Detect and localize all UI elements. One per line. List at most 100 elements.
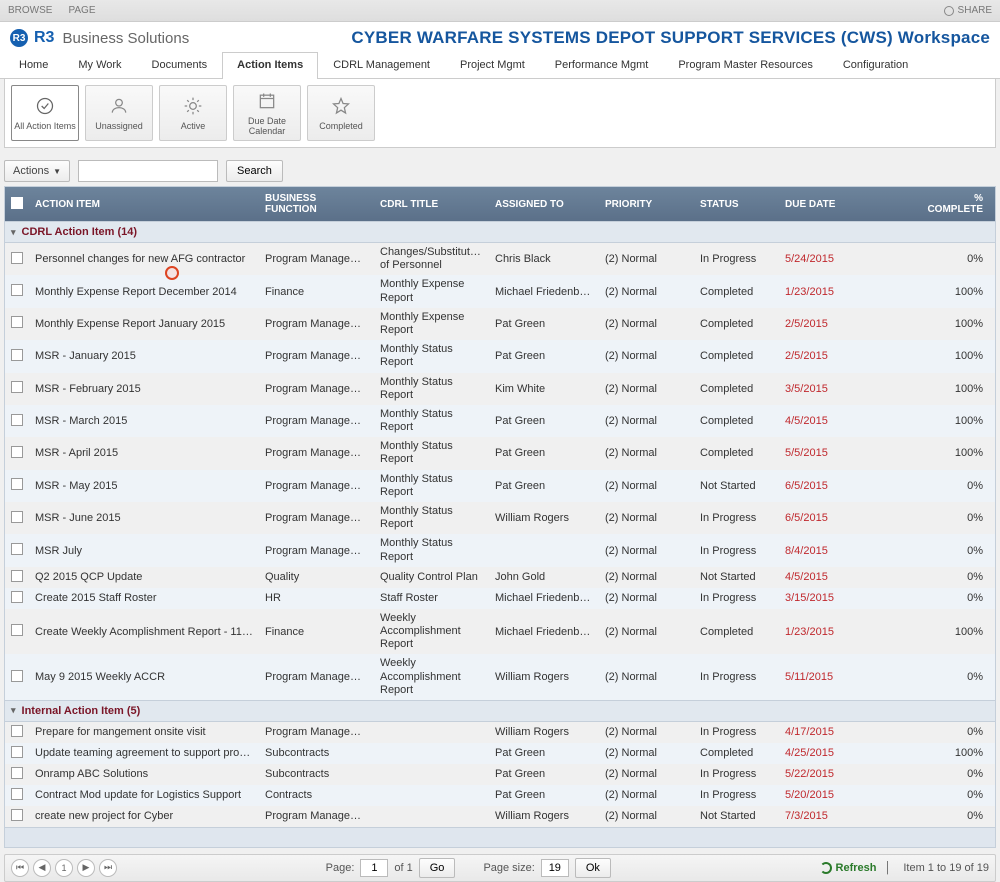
actions-dropdown[interactable]: Actions ▼ — [4, 160, 70, 182]
cell-assigned-to: William Rogers — [489, 723, 599, 741]
tab-documents[interactable]: Documents — [137, 52, 223, 79]
table-row[interactable]: Create Weekly Acomplishment Report - 11.… — [5, 609, 995, 655]
col-status[interactable]: STATUS — [694, 193, 779, 216]
col-priority[interactable]: PRIORITY — [599, 193, 694, 216]
ribbon-completed[interactable]: Completed — [307, 85, 375, 141]
page-input[interactable] — [360, 859, 388, 877]
cell-business-function: Contracts — [259, 786, 374, 804]
ok-button[interactable]: Ok — [575, 858, 611, 878]
table-row[interactable]: Monthly Expense Report January 2015Progr… — [5, 308, 995, 340]
cell-priority: (2) Normal — [599, 786, 694, 804]
row-checkbox[interactable] — [11, 414, 23, 426]
col-business-function[interactable]: BUSINESS FUNCTION — [259, 187, 374, 221]
ribbon-active[interactable]: Active — [159, 85, 227, 141]
ribbon-due-date-calendar[interactable]: Due Date Calendar — [233, 85, 301, 141]
row-checkbox[interactable] — [11, 809, 23, 821]
row-checkbox[interactable] — [11, 746, 23, 758]
cell-pct-complete: 100% — [914, 744, 989, 762]
refresh-button[interactable]: Refresh │ — [820, 862, 892, 874]
table-row[interactable]: Prepare for mangement onsite visitProgra… — [5, 722, 995, 743]
tab-configuration[interactable]: Configuration — [828, 52, 923, 79]
cell-action-item: MSR - June 2015 — [29, 509, 259, 527]
table-row[interactable]: Onramp ABC SolutionsSubcontractsPat Gree… — [5, 764, 995, 785]
table-row[interactable]: MSR - March 2015Program ManagementMonthl… — [5, 405, 995, 437]
cell-business-function: HR — [259, 589, 374, 607]
table-row[interactable]: Contract Mod update for Logistics Suppor… — [5, 785, 995, 806]
cell-cdrl-title: Quality Control Plan — [374, 568, 489, 587]
share-link[interactable]: SHARE — [958, 5, 992, 16]
row-checkbox[interactable] — [11, 478, 23, 490]
go-button[interactable]: Go — [419, 858, 456, 878]
grid-toolbar: Actions ▼ Search — [4, 160, 996, 182]
page-tab[interactable]: PAGE — [68, 5, 95, 16]
page-size-label: Page size: — [483, 862, 534, 874]
cell-business-function: Program Management — [259, 542, 374, 560]
table-row[interactable]: MSR - February 2015Program ManagementMon… — [5, 373, 995, 405]
ribbon-all-action-items[interactable]: All Action Items — [11, 85, 79, 141]
row-checkbox[interactable] — [11, 670, 23, 682]
cell-assigned-to: William Rogers — [489, 509, 599, 527]
ribbon-unassigned[interactable]: Unassigned — [85, 85, 153, 141]
pager-prev[interactable]: ◀ — [33, 859, 51, 877]
row-checkbox[interactable] — [11, 570, 23, 582]
row-checkbox[interactable] — [11, 252, 23, 264]
tab-performance-mgmt[interactable]: Performance Mgmt — [540, 52, 664, 79]
table-row[interactable]: MSR - April 2015Program ManagementMonthl… — [5, 437, 995, 469]
logo-text: R3 — [34, 29, 54, 47]
table-row[interactable]: MSR - May 2015Program ManagementMonthly … — [5, 470, 995, 502]
col-assigned-to[interactable]: ASSIGNED TO — [489, 193, 599, 216]
col-action-item[interactable]: ACTION ITEM — [29, 193, 259, 216]
tab-project-mgmt[interactable]: Project Mgmt — [445, 52, 540, 79]
col-cdrl-title[interactable]: CDRL TITLE — [374, 193, 489, 216]
row-checkbox[interactable] — [11, 767, 23, 779]
chevron-down-icon: ▼ — [53, 167, 61, 176]
row-checkbox[interactable] — [11, 446, 23, 458]
table-row[interactable]: Personnel changes for new AFG contractor… — [5, 243, 995, 275]
cell-action-item: MSR July — [29, 542, 259, 560]
tab-my-work[interactable]: My Work — [63, 52, 136, 79]
tab-action-items[interactable]: Action Items — [222, 52, 318, 79]
table-row[interactable]: Q2 2015 QCP UpdateQualityQuality Control… — [5, 567, 995, 588]
cell-due-date: 5/24/2015 — [779, 250, 914, 268]
group-cdrl-action-item[interactable]: ▾ CDRL Action Item (14) — [5, 221, 995, 243]
row-checkbox[interactable] — [11, 543, 23, 555]
search-button[interactable]: Search — [226, 160, 283, 182]
table-row[interactable]: MSR JulyProgram ManagementMonthly Status… — [5, 534, 995, 566]
tab-home[interactable]: Home — [4, 52, 63, 79]
group-internal-action-item[interactable]: ▾ Internal Action Item (5) — [5, 700, 995, 722]
row-checkbox[interactable] — [11, 624, 23, 636]
row-checkbox[interactable] — [11, 591, 23, 603]
row-checkbox[interactable] — [11, 349, 23, 361]
row-checkbox[interactable] — [11, 725, 23, 737]
star-icon — [330, 95, 352, 117]
col-due-date[interactable]: DUE DATE — [779, 193, 914, 216]
browse-tab[interactable]: BROWSE — [8, 5, 52, 16]
table-row[interactable]: Monthly Expense Report December 2014Fina… — [5, 275, 995, 307]
tab-cdrl-management[interactable]: CDRL Management — [318, 52, 445, 79]
search-input[interactable] — [78, 160, 218, 182]
select-all-checkbox[interactable] — [11, 197, 23, 209]
table-row[interactable]: create new project for CyberProgram Mana… — [5, 806, 995, 827]
tab-master-resources[interactable]: Program Master Resources — [663, 52, 828, 79]
page-size-input[interactable] — [541, 859, 569, 877]
cell-cdrl-title: Weekly Accomplishment Report — [374, 609, 489, 655]
table-row[interactable]: MSR - January 2015Program ManagementMont… — [5, 340, 995, 372]
col-pct-complete[interactable]: % COMPLETE — [914, 187, 989, 221]
table-row[interactable]: MSR - June 2015Program ManagementMonthly… — [5, 502, 995, 534]
pager-last[interactable]: ⏭ — [99, 859, 117, 877]
row-checkbox[interactable] — [11, 788, 23, 800]
pager-first[interactable]: ⏮ — [11, 859, 29, 877]
pager-current[interactable]: 1 — [55, 859, 73, 877]
cell-business-function: Program Management — [259, 509, 374, 527]
share-icon[interactable] — [944, 6, 954, 16]
pager-next[interactable]: ▶ — [77, 859, 95, 877]
row-checkbox[interactable] — [11, 381, 23, 393]
table-row[interactable]: Create 2015 Staff RosterHRStaff RosterMi… — [5, 588, 995, 609]
table-row[interactable]: May 9 2015 Weekly ACCRProgram Management… — [5, 654, 995, 700]
row-checkbox[interactable] — [11, 316, 23, 328]
row-checkbox[interactable] — [11, 511, 23, 523]
cell-due-date: 6/5/2015 — [779, 477, 914, 495]
table-row[interactable]: Update teaming agreement to support prod… — [5, 743, 995, 764]
logo[interactable]: R3 R3 Business Solutions — [10, 29, 189, 47]
row-checkbox[interactable] — [11, 284, 23, 296]
